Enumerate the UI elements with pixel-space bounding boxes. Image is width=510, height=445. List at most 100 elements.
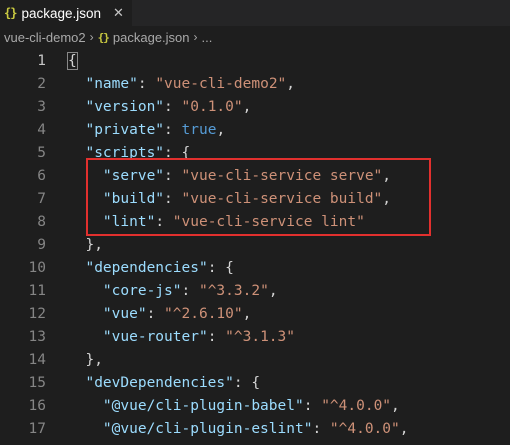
code-text: "core-js": "^3.3.2", [46,283,278,299]
token-str: "^3.3.2" [198,282,269,299]
line-number: 16 [28,397,46,414]
token-str: "^3.1.3" [225,328,295,345]
token-key: "dependencies" [85,259,208,276]
code-text: "vue": "^2.6.10", [46,306,251,322]
token-key: "private" [85,121,165,138]
code-text: { [46,51,78,70]
code-line[interactable]: 12 "vue": "^2.6.10", [0,302,510,325]
line-number: 1 [37,52,46,69]
token-punc: , [242,98,252,115]
token-punc [68,76,85,92]
token-punc: : [164,98,182,115]
token-punc: }, [68,351,103,368]
tab-package-json[interactable]: {} package.json ✕ [0,0,132,26]
breadcrumb-folder[interactable]: vue-cli-demo2 [4,30,86,45]
token-key: "version" [85,98,165,115]
code-text: }, [46,237,102,253]
code-text: }, [46,351,103,368]
token-punc: : [155,213,173,230]
code-text: "dependencies": { [46,259,233,276]
token-bool: true [181,121,217,138]
token-punc: : { [233,374,261,391]
token-punc: : [164,167,182,184]
line-number: 15 [28,374,46,391]
code-text: "@vue/cli-plugin-eslint": "^4.0.0", [46,420,409,437]
code-text: "@vue/cli-plugin-babel": "^4.0.0", [46,398,400,414]
code-text: "version": "0.1.0", [46,99,251,115]
code-line[interactable]: 13 "vue-router": "^3.1.3" [0,325,510,348]
code-line[interactable]: 3 "version": "0.1.0", [0,95,510,118]
token-punc [68,168,103,184]
token-str: "^4.0.0" [329,420,400,437]
code-line[interactable]: 10 "dependencies": { [0,256,510,279]
line-number: 10 [28,259,46,276]
chevron-right-icon: › [193,30,198,44]
code-line[interactable]: 6 "serve": "vue-cli-service serve", [0,164,510,187]
code-text: "private": true, [46,122,225,138]
token-punc: : [164,121,182,138]
code-line[interactable]: 2 "name": "vue-cli-demo2", [0,72,510,95]
line-number: 11 [28,282,46,299]
code-line[interactable]: 5 "scripts": { [0,141,510,164]
token-punc: : [312,420,330,437]
token-str: "vue-cli-service serve" [181,167,383,184]
token-punc: , [382,167,392,184]
token-punc: , [382,190,392,207]
line-number: 3 [37,98,46,115]
chevron-right-icon: › [89,30,94,44]
editor-window: {} package.json ✕ vue-cli-demo2 › {} pac… [0,0,510,445]
token-punc: : [146,305,165,322]
code-line[interactable]: 16 "@vue/cli-plugin-babel": "^4.0.0", [0,394,510,417]
code-line[interactable]: 14 }, [0,348,510,371]
breadcrumb-symbols[interactable]: ... [202,30,213,45]
token-punc: : [137,75,156,92]
json-braces-icon: {} [4,6,17,20]
token-punc [68,99,85,115]
token-punc [68,283,103,299]
code-text: "build": "vue-cli-service build", [46,191,391,207]
token-punc [68,329,103,345]
breadcrumb-file[interactable]: package.json [113,30,190,45]
code-text: "vue-router": "^3.1.3" [46,329,295,345]
code-line[interactable]: 11 "core-js": "^3.3.2", [0,279,510,302]
line-number: 7 [37,190,46,207]
token-key: "lint" [102,213,156,230]
line-number: 12 [28,305,46,322]
code-line[interactable]: 9 }, [0,233,510,256]
code-line[interactable]: 7 "build": "vue-cli-service build", [0,187,510,210]
json-braces-icon: {} [97,30,110,44]
token-punc [68,398,103,414]
token-punc: : { [164,144,191,161]
token-punc [68,421,103,437]
token-key: "@vue/cli-plugin-babel" [102,397,304,414]
token-punc [68,214,103,230]
token-punc: : [303,397,322,414]
code-text: "serve": "vue-cli-service serve", [46,168,391,184]
line-number: 17 [28,420,46,437]
code-text: "scripts": { [46,145,190,161]
token-punc [68,145,85,161]
code-line[interactable]: 1{ [0,49,510,72]
token-punc: , [286,75,296,92]
code-text: "name": "vue-cli-demo2", [46,76,295,92]
token-key: "build" [102,190,165,207]
code-line[interactable]: 8 "lint": "vue-cli-service lint" [0,210,510,233]
code-editor[interactable]: 1{2 "name": "vue-cli-demo2", 3 "version":… [0,48,510,440]
code-line[interactable]: 17 "@vue/cli-plugin-eslint": "^4.0.0", [0,417,510,440]
tab-label: package.json [21,5,102,21]
token-str: "vue-cli-service build" [181,190,383,207]
code-line[interactable]: 15 "devDependencies": { [0,371,510,394]
token-key: "name" [85,75,138,92]
token-punc [68,306,103,322]
token-punc: : [164,190,182,207]
token-str: "vue-cli-demo2" [155,75,287,92]
line-number: 14 [28,351,46,368]
token-punc: : [181,282,199,299]
close-icon[interactable]: ✕ [113,6,124,21]
token-punc: , [399,420,409,437]
line-number: 5 [37,144,46,161]
token-punc: : [207,328,226,345]
code-line[interactable]: 4 "private": true, [0,118,510,141]
line-number: 6 [37,167,46,184]
token-key: "vue" [102,305,147,322]
